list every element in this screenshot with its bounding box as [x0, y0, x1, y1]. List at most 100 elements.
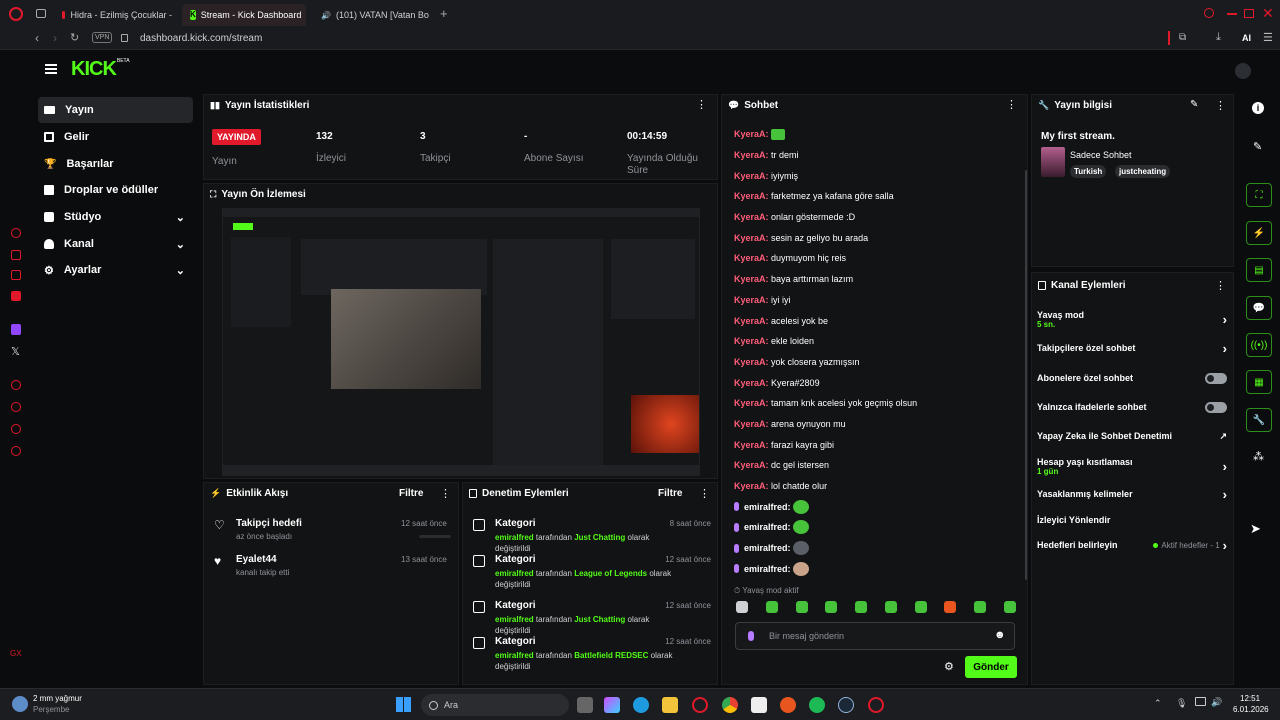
tag-justcheating[interactable]: justcheating: [1115, 165, 1171, 178]
emote-button[interactable]: [825, 601, 838, 613]
sidebar-shortcut-icon[interactable]: [11, 250, 21, 260]
subs-only-toggle[interactable]: [1205, 372, 1227, 384]
maximize-button[interactable]: [1244, 9, 1254, 18]
emote-button[interactable]: [884, 601, 897, 613]
chat-toggle-icon[interactable]: 💬: [1246, 296, 1272, 320]
nav-item-studio[interactable]: Stüdyo ⌄: [38, 204, 193, 230]
kebab-menu-icon[interactable]: ⋮: [1215, 279, 1226, 292]
settings-icon[interactable]: [11, 446, 21, 456]
back-icon[interactable]: ‹: [35, 31, 39, 45]
chat-username[interactable]: KyeraA: [734, 357, 766, 367]
moderation-category[interactable]: Just Chatting: [574, 533, 625, 542]
brave-icon[interactable]: [780, 697, 796, 713]
chat-username[interactable]: KyeraA: [734, 440, 766, 450]
forward-icon[interactable]: ›: [53, 31, 57, 45]
chat-username[interactable]: KyeraA: [734, 481, 766, 491]
banned-words-row[interactable]: Yasaklanmış kelimeler ›: [1037, 486, 1227, 502]
tab-vatan[interactable]: 🔊 (101) VATAN [Vatan Bo: [308, 4, 436, 26]
emote-button[interactable]: [944, 601, 957, 613]
emoji-picker-icon[interactable]: ☻: [994, 629, 1006, 641]
chrome-icon[interactable]: [722, 697, 738, 713]
raid-row[interactable]: İzleyici Yönlendir: [1037, 512, 1227, 528]
volume-icon[interactable]: 🔊: [1211, 697, 1222, 708]
account-age-row[interactable]: Hesap yaşı kısıtlaması 1 gün ›: [1037, 454, 1227, 478]
menu-icon[interactable]: ☰: [1263, 31, 1273, 44]
reload-icon[interactable]: ↻: [70, 31, 79, 44]
nav-item-settings[interactable]: ⚙ Ayarlar ⌄: [38, 257, 193, 283]
emote-button[interactable]: [795, 601, 808, 613]
preview-toggle-icon[interactable]: ⛶: [1246, 183, 1272, 207]
chat-username[interactable]: KyeraA: [734, 460, 766, 470]
search-tabs-icon[interactable]: [1204, 8, 1214, 18]
chat-username[interactable]: KyeraA: [734, 150, 766, 160]
task-view-icon[interactable]: [577, 697, 593, 713]
spotify-icon[interactable]: [809, 697, 825, 713]
mic-icon[interactable]: [748, 631, 754, 641]
download-icon[interactable]: ⤓: [1216, 31, 1221, 44]
chat-username[interactable]: KyeraA: [734, 398, 766, 408]
stream-preview-video[interactable]: [222, 208, 700, 476]
chat-username[interactable]: KyeraA: [734, 129, 766, 139]
moderation-category[interactable]: Battlefield REDSEC: [574, 651, 648, 660]
copilot-icon[interactable]: [604, 697, 620, 713]
tag-turkish[interactable]: Turkish: [1070, 165, 1107, 178]
tab-hidra[interactable]: Hidra - Ezilmiş Çocuklar -: [54, 4, 180, 26]
clock-date[interactable]: 6.01.2026: [1233, 705, 1269, 714]
weather-icon[interactable]: [12, 696, 28, 712]
close-window-button[interactable]: ✕: [1262, 5, 1274, 22]
wrench-toggle-icon[interactable]: 🔧: [1246, 408, 1272, 432]
filter-button[interactable]: Filtre: [399, 488, 423, 499]
url-field[interactable]: dashboard.kick.com/stream: [140, 33, 262, 44]
slow-mode-row[interactable]: Yavaş mod 5 sn. ›: [1037, 307, 1227, 331]
sidebar-shortcut-icon[interactable]: [11, 424, 21, 434]
history-icon[interactable]: [11, 402, 21, 412]
chat-username[interactable]: KyeraA: [734, 274, 766, 284]
workspaces-icon[interactable]: [36, 9, 46, 18]
emote-button[interactable]: [914, 601, 927, 613]
sidebar-shortcut-icon[interactable]: [11, 380, 21, 390]
more-icon[interactable]: GX: [10, 649, 22, 658]
emote-button[interactable]: [855, 601, 868, 613]
ai-button[interactable]: AI: [1242, 33, 1251, 43]
filter-button[interactable]: Filtre: [658, 488, 682, 499]
chat-scrollbar[interactable]: [1025, 170, 1027, 580]
extensions-icon[interactable]: ⧉: [1179, 32, 1186, 43]
nav-item-revenue[interactable]: Gelir: [38, 124, 193, 150]
moderation-category[interactable]: League of Legends: [574, 569, 647, 578]
sidebar-shortcut-icon[interactable]: [11, 228, 21, 238]
kebab-menu-icon[interactable]: ⋮: [699, 487, 710, 500]
chat-username[interactable]: KyeraA: [734, 212, 766, 222]
chat-username[interactable]: KyeraA: [734, 253, 766, 263]
moderation-user[interactable]: emiralfred: [495, 615, 534, 624]
chat-username[interactable]: emiralfred: [744, 502, 788, 512]
chat-input-box[interactable]: Bir mesaj gönderin ☻: [735, 622, 1015, 650]
info-icon[interactable]: i: [1252, 102, 1264, 114]
pencil-icon[interactable]: ✎: [1253, 140, 1262, 153]
tray-chevron-icon[interactable]: ⌃: [1154, 698, 1162, 709]
kebab-menu-icon[interactable]: ⋮: [1006, 98, 1017, 111]
chat-username[interactable]: KyeraA: [734, 419, 766, 429]
chat-username[interactable]: KyeraA: [734, 191, 766, 201]
moderation-category[interactable]: Just Chatting: [574, 615, 625, 624]
avatar[interactable]: [1235, 63, 1251, 79]
send-button[interactable]: Gönder: [965, 656, 1017, 678]
emote-button[interactable]: [1003, 601, 1016, 613]
chat-username[interactable]: KyeraA: [734, 233, 766, 243]
taskbar-search[interactable]: Ara: [421, 694, 569, 716]
emote-button[interactable]: [974, 601, 987, 613]
chat-username[interactable]: emiralfred: [744, 564, 788, 574]
moderation-user[interactable]: emiralfred: [495, 533, 534, 542]
chat-username[interactable]: emiralfred: [744, 543, 788, 553]
kebab-menu-icon[interactable]: ⋮: [696, 98, 707, 111]
store-icon[interactable]: [751, 697, 767, 713]
edit-icon[interactable]: ✎: [1190, 99, 1198, 110]
vpn-badge[interactable]: VPN: [92, 32, 113, 43]
chat-settings-icon[interactable]: ⚙: [944, 660, 954, 673]
chat-username[interactable]: emiralfred: [744, 522, 788, 532]
widgets-icon[interactable]: ⁂: [1253, 450, 1264, 463]
tab-kick-dashboard[interactable]: K Stream - Kick Dashboard: [182, 4, 306, 26]
twitch-icon[interactable]: [11, 324, 21, 335]
chat-username[interactable]: KyeraA: [734, 295, 766, 305]
new-tab-button[interactable]: +: [440, 6, 448, 21]
opera-logo-icon[interactable]: [9, 7, 23, 21]
